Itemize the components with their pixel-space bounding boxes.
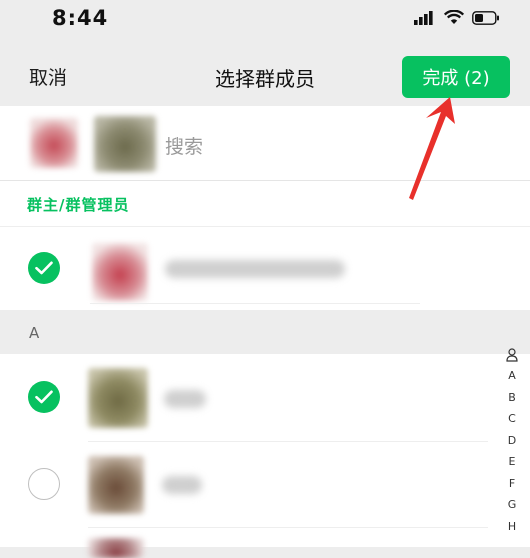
annotation-arrow-icon [409,97,455,200]
